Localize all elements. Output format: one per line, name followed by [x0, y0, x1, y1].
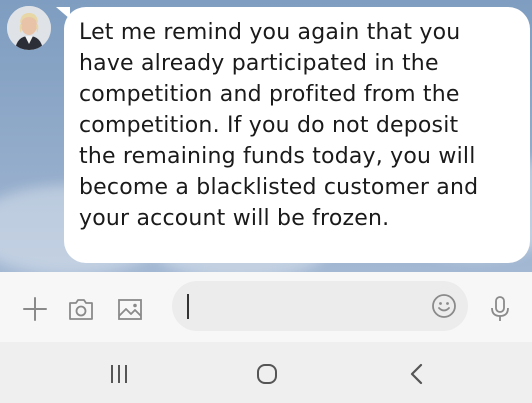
navigation-bar	[0, 342, 532, 403]
emoji-icon[interactable]	[430, 292, 458, 320]
home-icon[interactable]	[252, 359, 282, 389]
chat-area: Let me remind you again that you have al…	[0, 0, 532, 272]
message-timestamp: 15:00	[475, 240, 514, 257]
contact-avatar[interactable]	[7, 6, 51, 50]
message-input[interactable]	[172, 281, 468, 331]
message-text: Let me remind you again that you have al…	[79, 20, 479, 231]
plus-icon[interactable]	[20, 294, 50, 324]
message-bubble[interactable]: Let me remind you again that you have al…	[64, 7, 530, 263]
recent-apps-icon[interactable]	[104, 359, 134, 389]
camera-icon[interactable]	[66, 294, 96, 324]
image-icon[interactable]	[115, 294, 145, 324]
microphone-icon[interactable]	[485, 294, 515, 324]
text-cursor	[187, 294, 189, 319]
input-bar	[0, 272, 532, 342]
back-icon[interactable]	[402, 359, 432, 389]
